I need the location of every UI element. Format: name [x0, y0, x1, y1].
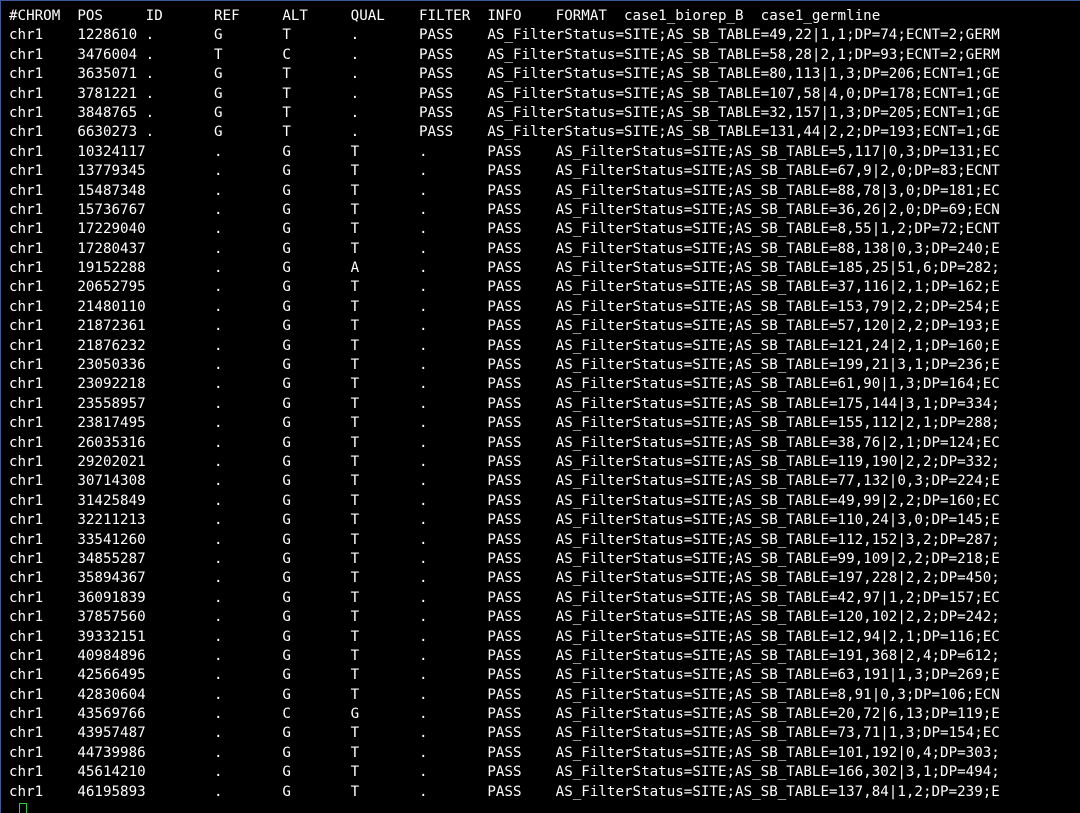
- vcf-record-line: chr1 17280437 . G T . PASS AS_FilterStat…: [9, 240, 1000, 257]
- vcf-record-line: chr1 20652795 . G T . PASS AS_FilterStat…: [9, 279, 1000, 296]
- vcf-record-line: chr1 32211213 . G T . PASS AS_FilterStat…: [9, 512, 1000, 529]
- vcf-record-line: chr1 42830604 . G T . PASS AS_FilterStat…: [9, 686, 1000, 703]
- prompt-line[interactable]: [9, 802, 1080, 813]
- vcf-record-line: chr1 43957487 . G T . PASS AS_FilterStat…: [9, 725, 1000, 742]
- terminal-window[interactable]: #CHROM POS ID REF ALT QUAL FILTER INFO F…: [0, 0, 1080, 813]
- vcf-record-line: chr1 21872361 . G T . PASS AS_FilterStat…: [9, 318, 1000, 335]
- vcf-record-line: chr1 19152288 . G A . PASS AS_FilterStat…: [9, 260, 1000, 277]
- vcf-record-line: chr1 40984896 . G T . PASS AS_FilterStat…: [9, 647, 1000, 664]
- vcf-record-line: chr1 1228610 . G T . PASS AS_FilterStatu…: [9, 27, 1000, 44]
- vcf-record-line: chr1 44739986 . G T . PASS AS_FilterStat…: [9, 744, 1000, 761]
- vcf-record-line: chr1 3476004 . T C . PASS AS_FilterStatu…: [9, 46, 1000, 63]
- vcf-record-line: chr1 17229040 . G T . PASS AS_FilterStat…: [9, 221, 1000, 238]
- vcf-record-line: chr1 30714308 . G T . PASS AS_FilterStat…: [9, 473, 1000, 490]
- vcf-record-line: chr1 10324117 . G T . PASS AS_FilterStat…: [9, 143, 1000, 160]
- vcf-record-line: chr1 23092218 . G T . PASS AS_FilterStat…: [9, 376, 1000, 393]
- terminal-output: #CHROM POS ID REF ALT QUAL FILTER INFO F…: [9, 7, 1080, 813]
- vcf-record-line: chr1 31425849 . G T . PASS AS_FilterStat…: [9, 492, 1000, 509]
- vcf-record-line: chr1 3848765 . G T . PASS AS_FilterStatu…: [9, 104, 1000, 121]
- vcf-record-line: chr1 39332151 . G T . PASS AS_FilterStat…: [9, 628, 1000, 645]
- vcf-record-line: chr1 43569766 . C G . PASS AS_FilterStat…: [9, 706, 1000, 723]
- vcf-record-line: chr1 36091839 . G T . PASS AS_FilterStat…: [9, 589, 1000, 606]
- vcf-record-line: chr1 21876232 . G T . PASS AS_FilterStat…: [9, 337, 1000, 354]
- vcf-record-line: chr1 37857560 . G T . PASS AS_FilterStat…: [9, 609, 1000, 626]
- vcf-record-line: chr1 45614210 . G T . PASS AS_FilterStat…: [9, 764, 1000, 781]
- vcf-record-line: chr1 15736767 . G T . PASS AS_FilterStat…: [9, 201, 1000, 218]
- vcf-record-line: chr1 23558957 . G T . PASS AS_FilterStat…: [9, 395, 1000, 412]
- vcf-record-line: chr1 46195893 . G T . PASS AS_FilterStat…: [9, 783, 1000, 800]
- vcf-header-line: #CHROM POS ID REF ALT QUAL FILTER INFO F…: [9, 8, 881, 24]
- vcf-record-line: chr1 35894367 . G T . PASS AS_FilterStat…: [9, 570, 1000, 587]
- vcf-record-line: chr1 34855287 . G T . PASS AS_FilterStat…: [9, 550, 1000, 567]
- vcf-record-line: chr1 29202021 . G T . PASS AS_FilterStat…: [9, 453, 1000, 470]
- vcf-record-line: chr1 23817495 . G T . PASS AS_FilterStat…: [9, 415, 1000, 432]
- vcf-record-line: chr1 42566495 . G T . PASS AS_FilterStat…: [9, 667, 1000, 684]
- vcf-record-line: chr1 6630273 . G T . PASS AS_FilterStatu…: [9, 124, 1000, 141]
- vcf-record-line: chr1 15487348 . G T . PASS AS_FilterStat…: [9, 182, 1000, 199]
- vcf-record-line: chr1 3635071 . G T . PASS AS_FilterStatu…: [9, 66, 1000, 83]
- vcf-record-line: chr1 23050336 . G T . PASS AS_FilterStat…: [9, 357, 1000, 374]
- vcf-record-line: chr1 26035316 . G T . PASS AS_FilterStat…: [9, 434, 1000, 451]
- vcf-record-line: chr1 33541260 . G T . PASS AS_FilterStat…: [9, 531, 1000, 548]
- vcf-record-line: chr1 21480110 . G T . PASS AS_FilterStat…: [9, 298, 1000, 315]
- terminal-cursor: [19, 803, 27, 813]
- vcf-record-line: chr1 13779345 . G T . PASS AS_FilterStat…: [9, 163, 1000, 180]
- vcf-record-line: chr1 3781221 . G T . PASS AS_FilterStatu…: [9, 85, 1000, 102]
